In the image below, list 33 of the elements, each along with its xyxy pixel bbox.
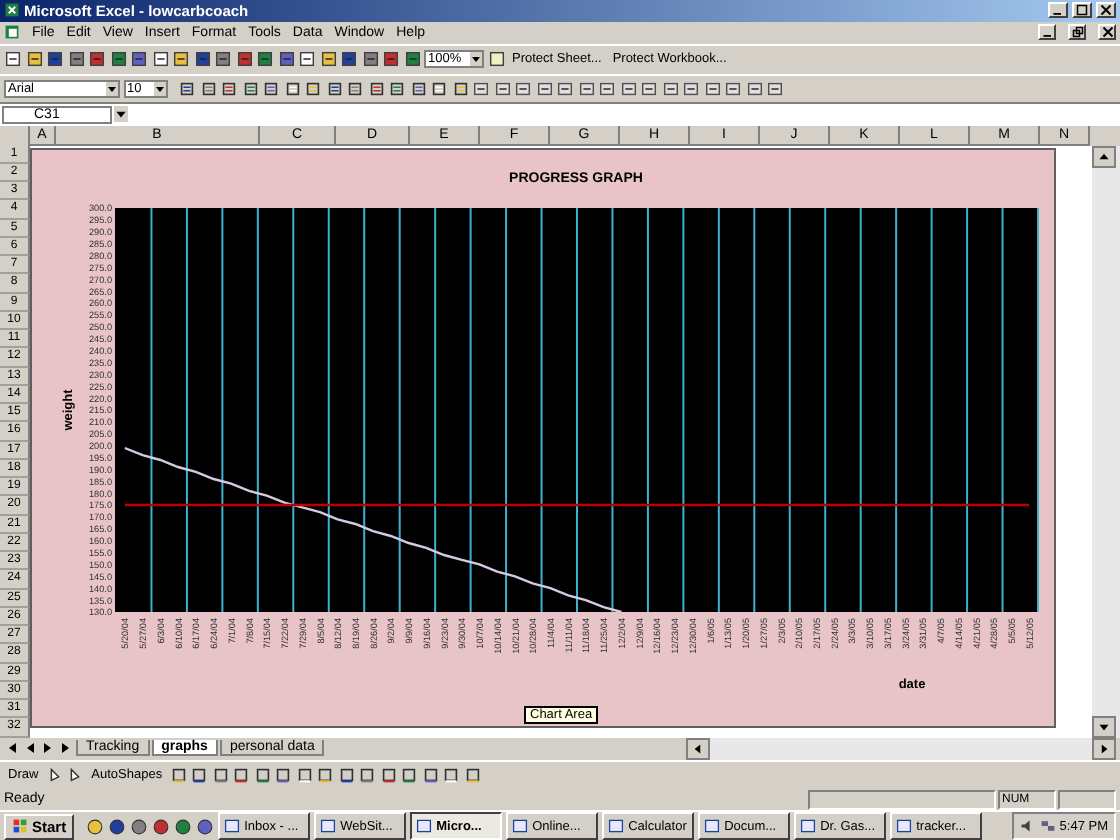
- window-icon: [800, 818, 817, 835]
- scroll-left-icon[interactable]: [686, 737, 710, 760]
- window-icon: [608, 818, 625, 835]
- caret-icon: [470, 52, 482, 67]
- close-button[interactable]: [1098, 24, 1116, 41]
- vertical-scrollbar[interactable]: [1092, 145, 1120, 738]
- network-icon[interactable]: [1039, 818, 1056, 835]
- window-icon: [224, 818, 241, 835]
- next-sheet-icon[interactable]: [40, 740, 56, 757]
- minimize-button[interactable]: [1038, 24, 1056, 41]
- scroll-down-icon[interactable]: [1092, 715, 1116, 738]
- select-pointer-icon[interactable]: [45, 766, 64, 785]
- minimize-button[interactable]: [1048, 2, 1068, 19]
- caret-icon[interactable]: [114, 106, 128, 123]
- caret-icon: [153, 81, 165, 96]
- first-sheet-icon[interactable]: [4, 740, 20, 757]
- speaker-icon[interactable]: [1019, 818, 1036, 835]
- maximize-button[interactable]: [1072, 2, 1092, 19]
- excel-app-icon: [4, 2, 20, 19]
- horizontal-scrollbar[interactable]: [686, 737, 1116, 760]
- chart-area[interactable]: [30, 147, 1056, 728]
- previous-sheet-icon[interactable]: [22, 740, 38, 757]
- scroll-right-icon[interactable]: [1092, 737, 1116, 760]
- window-icon: [704, 818, 721, 835]
- windows-logo-icon: [12, 818, 28, 835]
- window-icon: [416, 818, 433, 835]
- window-icon: [320, 818, 337, 835]
- restore-button[interactable]: [1068, 24, 1086, 41]
- caret-icon: [106, 81, 118, 96]
- workbook-icon[interactable]: [4, 24, 20, 41]
- scroll-up-icon[interactable]: [1092, 145, 1116, 168]
- window-icon: [896, 818, 913, 835]
- window-icon: [512, 818, 529, 835]
